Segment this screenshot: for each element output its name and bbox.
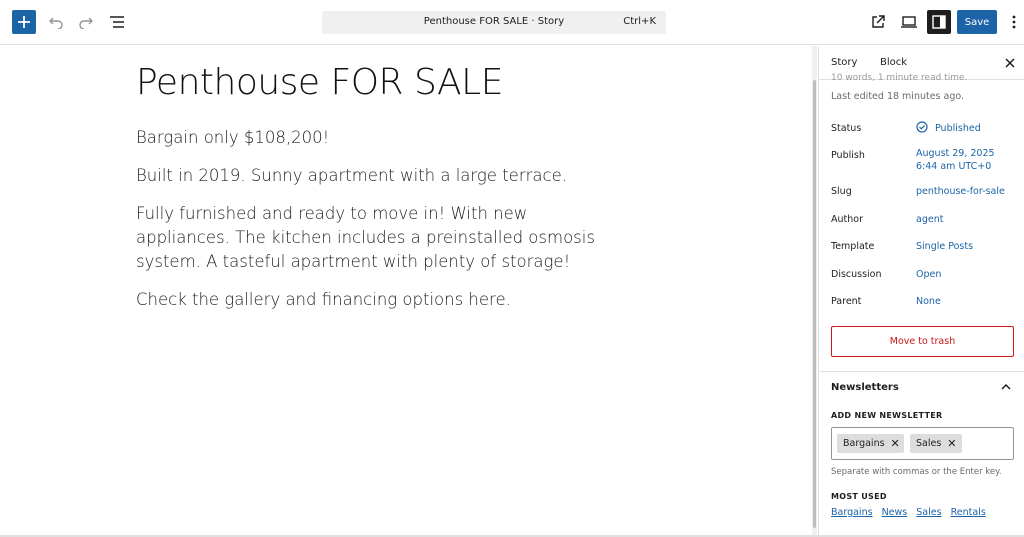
token-sales: Sales ✕ bbox=[910, 434, 962, 453]
editor-toolbar: Penthouse FOR SALE · Story Ctrl+K Save bbox=[0, 0, 1024, 45]
remove-token-icon[interactable]: ✕ bbox=[891, 437, 900, 450]
tab-story[interactable]: Story bbox=[831, 57, 857, 68]
post-content: Bargain only $108,200! Built in 2019. Su… bbox=[136, 126, 616, 326]
slug-label: Slug bbox=[831, 186, 852, 197]
more-vertical-icon bbox=[1012, 15, 1016, 29]
word-count: 10 words, 1 minute read time. bbox=[831, 73, 968, 83]
check-circle-icon bbox=[916, 121, 928, 133]
external-link-icon bbox=[872, 15, 885, 28]
paragraph-block[interactable]: Built in 2019. Sunny apartment with a la… bbox=[136, 164, 616, 188]
paragraph-block[interactable]: Fully furnished and ready to move in! Wi… bbox=[136, 202, 616, 274]
move-to-trash-button[interactable]: Move to trash bbox=[831, 326, 1014, 357]
most-used-link-rentals[interactable]: Rentals bbox=[951, 507, 986, 518]
status-label: Status bbox=[831, 123, 862, 134]
token-label: Bargains bbox=[843, 438, 885, 449]
command-palette-bar[interactable]: Penthouse FOR SALE · Story Ctrl+K bbox=[322, 11, 666, 34]
publish-time[interactable]: 6:44 am UTC+0 bbox=[916, 161, 991, 172]
panel-divider bbox=[819, 371, 1024, 372]
undo-icon bbox=[49, 17, 63, 29]
publish-label: Publish bbox=[831, 150, 865, 161]
paragraph-block[interactable]: Bargain only $108,200! bbox=[136, 126, 616, 150]
parent-label: Parent bbox=[831, 296, 862, 307]
post-title[interactable]: Penthouse FOR SALE bbox=[136, 62, 503, 103]
most-used-label: MOST USED bbox=[831, 492, 887, 501]
slug-value[interactable]: penthouse-for-sale bbox=[916, 186, 1005, 197]
add-newsletter-label: ADD NEW NEWSLETTER bbox=[831, 411, 943, 420]
list-view-icon bbox=[110, 16, 124, 28]
chevron-up-icon[interactable] bbox=[1000, 382, 1012, 392]
desktop-icon bbox=[901, 16, 917, 28]
author-value[interactable]: agent bbox=[916, 214, 943, 225]
plus-icon bbox=[18, 16, 30, 28]
discussion-label: Discussion bbox=[831, 269, 882, 280]
settings-sidebar-toggle[interactable] bbox=[927, 10, 951, 34]
device-preview-button[interactable] bbox=[898, 11, 920, 33]
most-used-link-sales[interactable]: Sales bbox=[916, 507, 941, 518]
last-edited: Last edited 18 minutes ago. bbox=[831, 91, 965, 102]
token-bargains: Bargains ✕ bbox=[837, 434, 904, 453]
most-used-list: Bargains News Sales Rentals bbox=[831, 507, 992, 518]
view-post-button[interactable] bbox=[868, 11, 888, 33]
save-button[interactable]: Save bbox=[957, 10, 997, 34]
close-icon[interactable] bbox=[1003, 56, 1017, 70]
newsletters-panel-title[interactable]: Newsletters bbox=[831, 382, 899, 393]
sidebar-icon bbox=[932, 15, 946, 29]
tab-block[interactable]: Block bbox=[880, 57, 907, 68]
add-block-button[interactable] bbox=[12, 10, 36, 34]
options-button[interactable] bbox=[1006, 10, 1022, 34]
settings-sidebar: Story Block 10 words, 1 minute read time… bbox=[818, 46, 1024, 537]
redo-icon bbox=[79, 17, 93, 29]
status-value[interactable]: Published bbox=[935, 123, 981, 134]
remove-token-icon[interactable]: ✕ bbox=[947, 437, 956, 450]
token-label: Sales bbox=[916, 438, 942, 449]
redo-button[interactable] bbox=[76, 10, 96, 34]
publish-date[interactable]: August 29, 2025 bbox=[916, 148, 995, 159]
most-used-link-news[interactable]: News bbox=[882, 507, 908, 518]
discussion-value[interactable]: Open bbox=[916, 269, 941, 280]
undo-button[interactable] bbox=[46, 10, 66, 34]
command-shortcut: Ctrl+K bbox=[623, 16, 656, 27]
template-value[interactable]: Single Posts bbox=[916, 241, 973, 252]
document-overview-button[interactable] bbox=[107, 10, 127, 34]
template-label: Template bbox=[831, 241, 875, 252]
editor-canvas[interactable]: Penthouse FOR SALE Bargain only $108,200… bbox=[0, 46, 812, 537]
paragraph-block[interactable]: Check the gallery and financing options … bbox=[136, 288, 616, 312]
sidebar-scrollbar[interactable] bbox=[813, 80, 816, 528]
parent-value[interactable]: None bbox=[916, 296, 941, 307]
most-used-link-bargains[interactable]: Bargains bbox=[831, 507, 873, 518]
token-help-text: Separate with commas or the Enter key. bbox=[831, 467, 1002, 477]
author-label: Author bbox=[831, 214, 863, 225]
newsletter-token-field[interactable]: Bargains ✕ Sales ✕ bbox=[831, 427, 1014, 460]
document-title: Penthouse FOR SALE · Story bbox=[423, 16, 565, 27]
